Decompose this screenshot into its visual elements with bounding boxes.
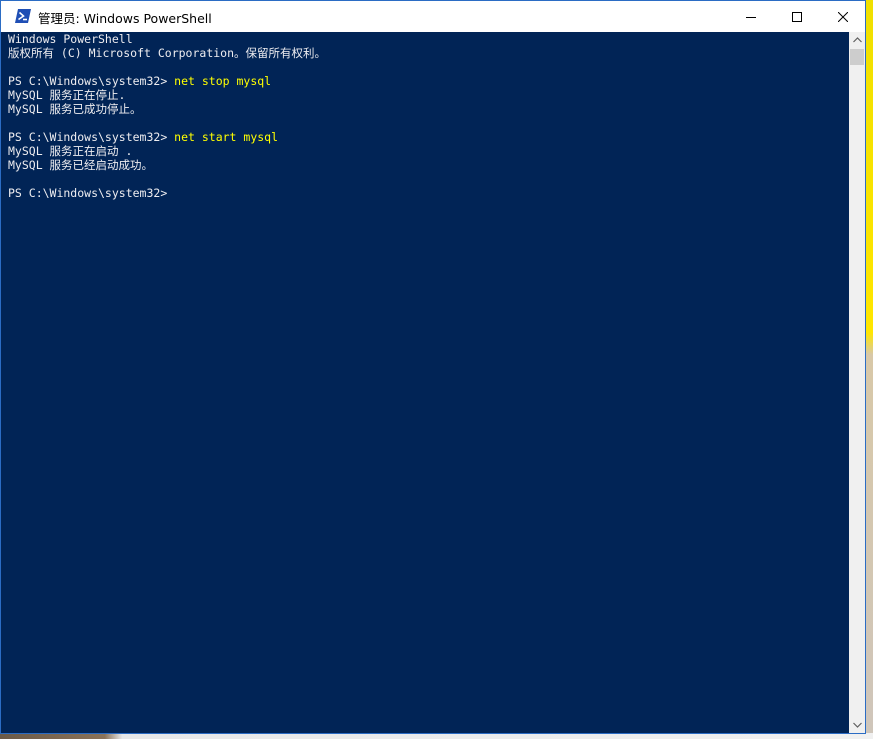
console-line: Windows PowerShell bbox=[8, 32, 133, 46]
prompt: PS C:\Windows\system32> bbox=[8, 74, 175, 88]
scroll-down-button[interactable] bbox=[849, 717, 865, 733]
console-prompt-line: PS C:\Windows\system32> net stop mysql bbox=[8, 74, 271, 88]
console-line: MySQL 服务正在启动 . bbox=[8, 144, 133, 158]
minimize-icon bbox=[746, 16, 756, 18]
prompt: PS C:\Windows\system32> bbox=[8, 186, 168, 200]
maximize-icon bbox=[792, 11, 802, 22]
vertical-scrollbar[interactable] bbox=[849, 32, 865, 733]
scroll-down-arrow-icon bbox=[852, 722, 862, 728]
minimize-button[interactable] bbox=[728, 1, 774, 32]
close-button[interactable] bbox=[820, 1, 866, 32]
console-prompt-line[interactable]: PS C:\Windows\system32> bbox=[8, 186, 167, 200]
console-line: 版权所有 (C) Microsoft Corporation。保留所有权利。 bbox=[8, 46, 327, 60]
desktop-background-right bbox=[865, 0, 873, 739]
console-prompt-line: PS C:\Windows\system32> net start mysql bbox=[8, 130, 278, 144]
prompt: PS C:\Windows\system32> bbox=[8, 130, 175, 144]
console-line: MySQL 服务正在停止. bbox=[8, 88, 126, 102]
maximize-button[interactable] bbox=[774, 1, 820, 32]
window-title: 管理员: Windows PowerShell bbox=[38, 11, 212, 26]
console-output[interactable]: Windows PowerShell 版权所有 (C) Microsoft Co… bbox=[1, 32, 849, 733]
title-bar[interactable]: 管理员: Windows PowerShell bbox=[1, 1, 865, 32]
powershell-icon bbox=[15, 9, 31, 23]
scrollbar-thumb[interactable] bbox=[850, 49, 864, 65]
scroll-up-button[interactable] bbox=[849, 32, 865, 48]
close-icon bbox=[838, 11, 848, 22]
console-line: MySQL 服务已经启动成功。 bbox=[8, 158, 154, 172]
powershell-window: 管理员: Windows PowerShell Windows PowerShe… bbox=[0, 0, 866, 734]
scroll-up-arrow-icon bbox=[852, 37, 862, 43]
command: net stop mysql bbox=[174, 74, 272, 88]
command: net start mysql bbox=[174, 130, 279, 144]
console-line: MySQL 服务已成功停止。 bbox=[8, 102, 142, 116]
